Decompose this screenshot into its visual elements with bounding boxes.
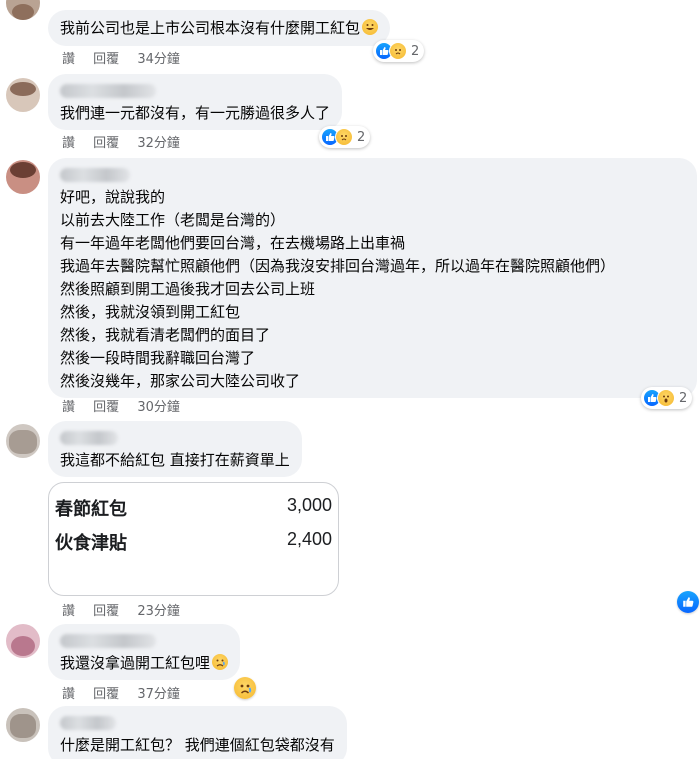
comment-actions: 讚 回覆 30分鐘 (62, 399, 194, 417)
like-link[interactable]: 讚 (62, 400, 75, 415)
comment-actions: 讚 回覆 32分鐘 (62, 135, 194, 153)
timestamp[interactable]: 23分鐘 (137, 604, 180, 619)
avatar[interactable] (6, 708, 40, 742)
reaction-summary[interactable]: 2 (319, 126, 371, 148)
comment-bubble: 我們連一元都沒有，有一元勝過很多人了 (48, 74, 343, 130)
sad-icon (335, 128, 353, 146)
payslip-item-label: 伙食津貼 (55, 533, 127, 553)
comment-bubble: 我這都不給紅包 直接打在薪資單上 (48, 421, 302, 477)
commenter-name-blurred[interactable] (60, 634, 156, 648)
comment-actions: 讚 回覆 23分鐘 (62, 603, 194, 621)
reaction-summary[interactable]: 2 (641, 387, 693, 409)
timestamp[interactable]: 30分鐘 (137, 400, 180, 415)
sad-icon[interactable] (234, 677, 256, 699)
comment-text: 我們連一元都沒有，有一元勝過很多人了 (60, 104, 331, 122)
comment-text-line: 好吧，說說我的 (60, 188, 166, 206)
comment-text: 我這都不給紅包 直接打在薪資單上 (60, 451, 290, 469)
avatar[interactable] (6, 624, 40, 658)
timestamp[interactable]: 34分鐘 (137, 52, 180, 67)
comment-bubble: 我還沒拿過開工紅包哩 (48, 624, 241, 680)
like-icon[interactable] (677, 591, 699, 613)
crying-emoji (212, 654, 229, 670)
comment-text-line: 有一年過年老闆他們要回台灣，在去機場路上出車禍 (60, 234, 406, 252)
like-link[interactable]: 讚 (62, 52, 75, 67)
grinning-sweat-emoji (362, 19, 379, 35)
avatar[interactable] (6, 0, 40, 20)
comment-text: 什麼是開工紅包？ 我們連個紅包袋都沒有 (60, 736, 335, 754)
reply-link[interactable]: 回覆 (93, 604, 119, 619)
reaction-summary[interactable]: 2 (373, 40, 425, 62)
comment-text: 我前公司也是上市公司根本沒有什麼開工紅包 (60, 17, 379, 40)
reply-link[interactable]: 回覆 (93, 687, 119, 702)
comment-text-line: 然後沒幾年，那家公司大陸公司收了 (60, 372, 301, 390)
commenter-name-blurred[interactable] (60, 84, 156, 98)
comment-actions: 讚 回覆 34分鐘 (62, 51, 194, 69)
reply-link[interactable]: 回覆 (93, 400, 119, 415)
timestamp[interactable]: 32分鐘 (137, 136, 180, 151)
payslip-item-amount: 2,400 (286, 529, 332, 549)
comment-text-line: 我過年去醫院幫忙照顧他們（因為我沒安排回台灣過年，所以過年在醫院照顧他們） (60, 257, 616, 275)
like-link[interactable]: 讚 (62, 136, 75, 151)
commenter-name-blurred[interactable] (60, 716, 116, 730)
avatar[interactable] (6, 78, 40, 112)
avatar[interactable] (6, 160, 40, 194)
comment-bubble: 什麼是開工紅包？ 我們連個紅包袋都沒有 (48, 706, 347, 759)
comment-bubble: 好吧，說說我的 以前去大陸工作（老闆是台灣的） 有一年過年老闆他們要回台灣，在去… (48, 158, 697, 398)
comment-actions: 讚 回覆 37分鐘 (62, 686, 194, 704)
like-link[interactable]: 讚 (62, 604, 75, 619)
comment-text-line: 然後一段時間我辭職回台灣了 (60, 349, 256, 367)
reaction-count: 2 (357, 129, 366, 145)
timestamp[interactable]: 37分鐘 (137, 687, 180, 702)
comment-bubble: 我前公司也是上市公司根本沒有什麼開工紅包 (48, 10, 391, 46)
comment-text-line: 然後，我就沒領到開工紅包 (60, 303, 241, 321)
reaction-count: 2 (679, 390, 688, 406)
reply-link[interactable]: 回覆 (93, 52, 119, 67)
reaction-count: 2 (411, 43, 420, 59)
commenter-name-blurred[interactable] (60, 168, 130, 182)
reply-link[interactable]: 回覆 (93, 136, 119, 151)
commenter-name-blurred[interactable] (60, 431, 118, 445)
comment-text-line: 然後照顧到開工過後我才回去公司上班 (60, 280, 316, 298)
like-link[interactable]: 讚 (62, 687, 75, 702)
payslip-item-amount: 3,000 (286, 495, 332, 515)
wow-icon (657, 389, 675, 407)
payslip-item-label: 春節紅包 (55, 499, 127, 519)
payslip-image-attachment[interactable]: 春節紅包 3,000 伙食津貼 2,400 (48, 482, 339, 596)
sad-icon (389, 42, 407, 60)
avatar[interactable] (6, 424, 40, 458)
comment-text: 我還沒拿過開工紅包哩 (60, 652, 229, 675)
comment-text-line: 然後，我就看清老闆們的面目了 (60, 326, 271, 344)
comment-text-line: 以前去大陸工作（老闆是台灣的） (60, 211, 286, 229)
